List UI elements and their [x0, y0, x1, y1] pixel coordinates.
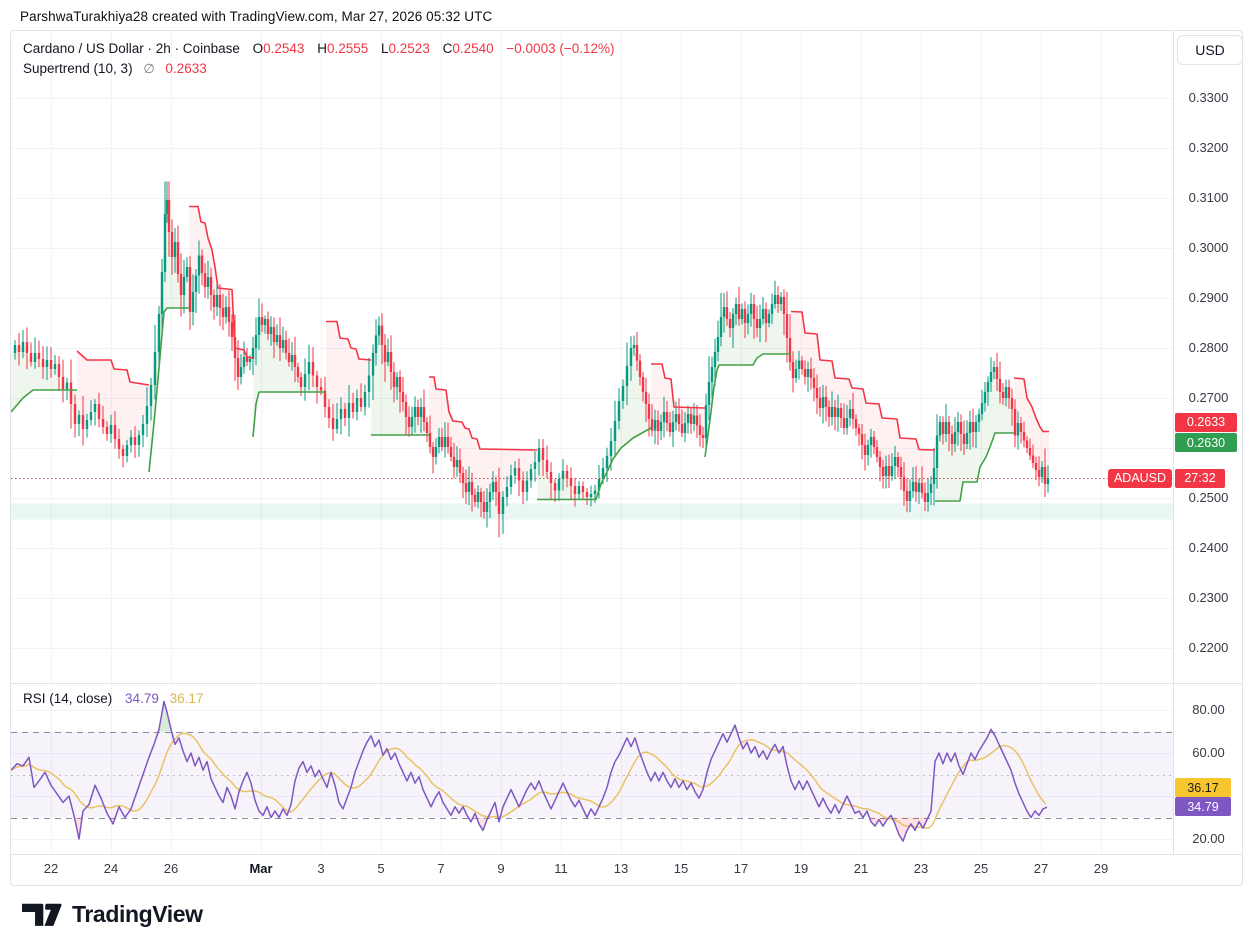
ohlc-change-value: −0.0003 (−0.12%) [506, 41, 614, 56]
ohlc-close-value: 0.2540 [452, 41, 493, 56]
supertrend-value: 0.2633 [165, 61, 206, 76]
ohlc-high-label: H [317, 41, 327, 56]
price-axis[interactable] [1173, 31, 1243, 854]
chart-card: Cardano / US Dollar · 2h · Coinbase O0.2… [10, 30, 1243, 886]
rsi-ma-value: 36.17 [170, 691, 204, 706]
supertrend-marker-icon: ∅ [143, 61, 154, 76]
ohlc-open-value: 0.2543 [263, 41, 304, 56]
rsi-value: 34.79 [125, 691, 159, 706]
rsi-name: RSI (14, close) [23, 691, 112, 706]
page: ParshwaTurakhiya28 created with TradingV… [0, 0, 1253, 952]
supertrend-legend[interactable]: Supertrend (10, 3) ∅ 0.2633 [23, 61, 207, 77]
ohlc-low-value: 0.2523 [389, 41, 430, 56]
rsi-legend[interactable]: RSI (14, close) 34.79 36.17 [23, 691, 203, 706]
ohlc-close-label: C [443, 41, 453, 56]
symbol-legend[interactable]: Cardano / US Dollar · 2h · Coinbase O0.2… [23, 41, 615, 56]
symbol-title: Cardano / US Dollar · 2h · Coinbase [23, 41, 240, 56]
attribution-text: ParshwaTurakhiya28 created with TradingV… [20, 9, 492, 24]
supertrend-name: Supertrend (10, 3) [23, 61, 133, 76]
ohlc-high-value: 0.2555 [327, 41, 368, 56]
time-axis[interactable] [11, 854, 1242, 885]
price-chart-canvas[interactable] [11, 31, 1242, 885]
ohlc-low-label: L [381, 41, 389, 56]
tradingview-attribution-logo[interactable]: TradingView [22, 901, 203, 928]
ohlc-open-label: O [253, 41, 264, 56]
tradingview-logo-icon [22, 902, 62, 928]
symbol-price-label: ADAUSD [1108, 469, 1172, 488]
tradingview-brand-text: TradingView [72, 901, 203, 928]
